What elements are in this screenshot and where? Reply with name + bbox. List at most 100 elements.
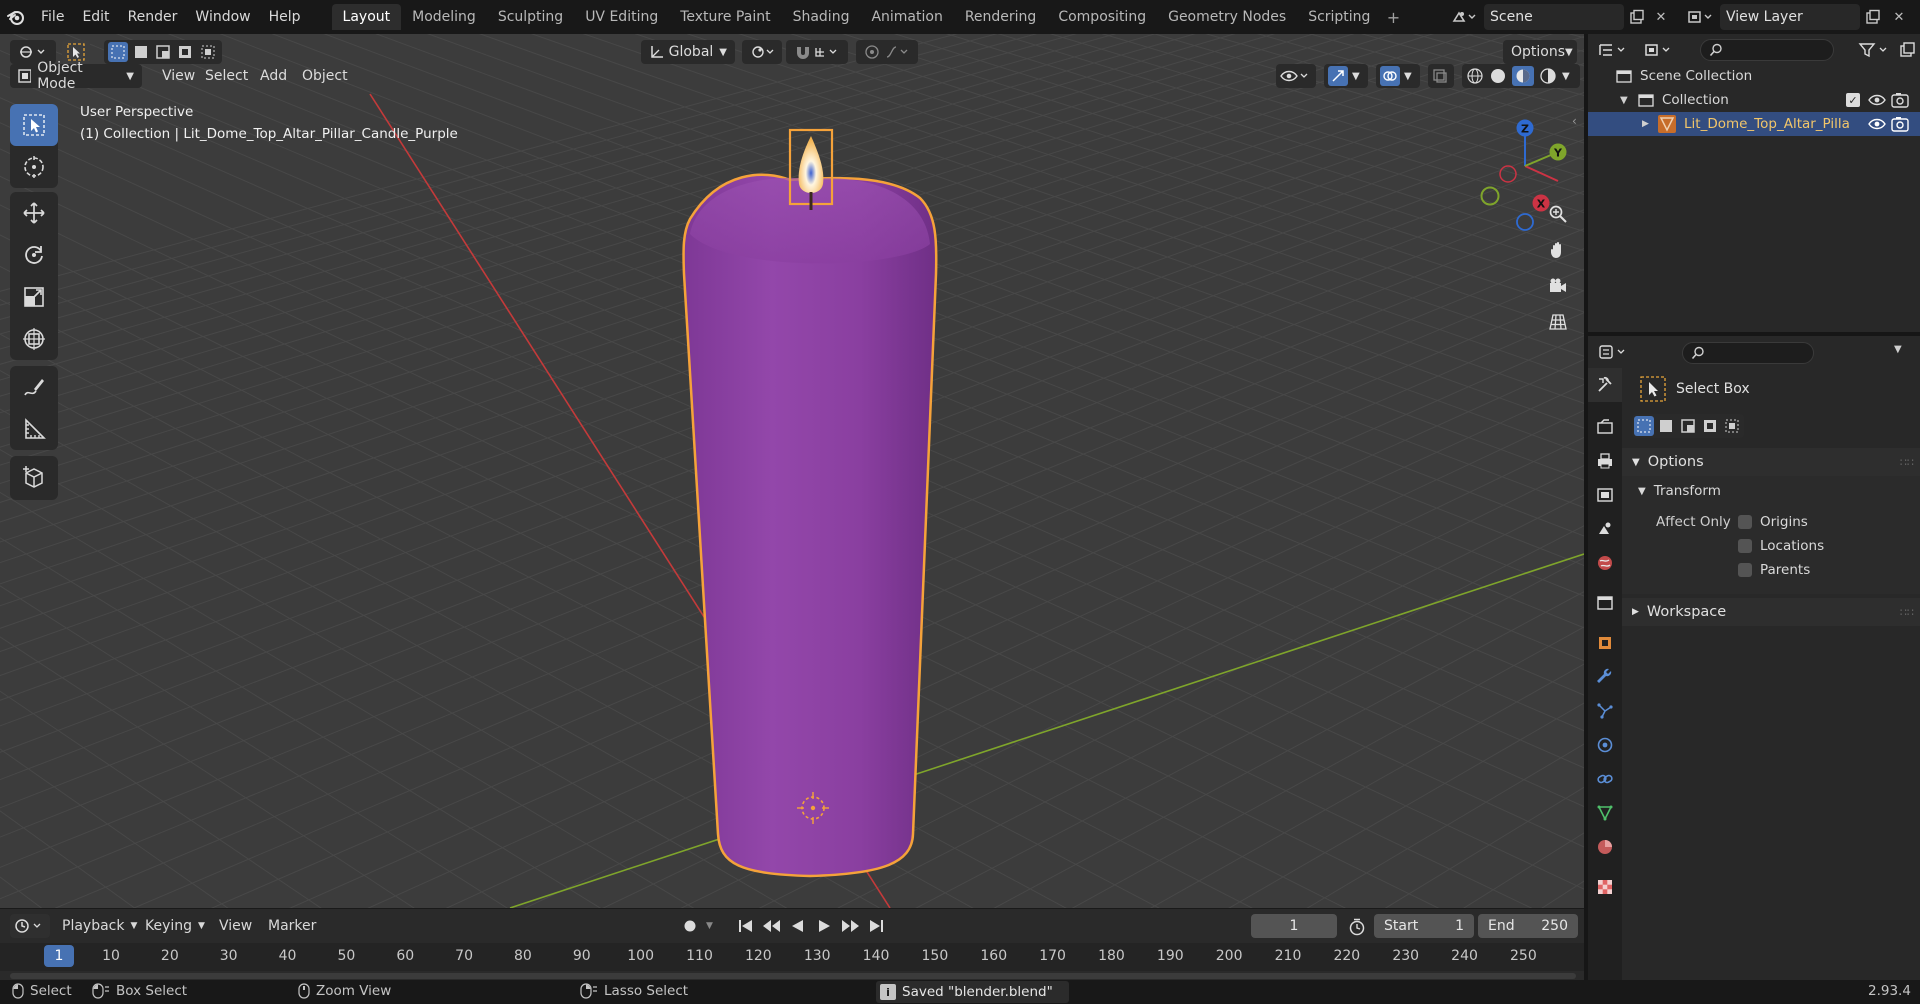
exclude-checkbox-icon[interactable]: ✓ bbox=[1846, 93, 1860, 107]
delete-view-layer-icon[interactable]: ✕ bbox=[1888, 6, 1910, 28]
chevron-down-icon[interactable]: ▼ bbox=[1562, 71, 1570, 82]
timeline-view-menu[interactable]: View bbox=[219, 914, 252, 938]
object-mode-dropdown[interactable]: Object Mode ▼ bbox=[10, 60, 142, 92]
transform-orientation-dropdown[interactable]: Global ▼ bbox=[641, 40, 735, 64]
blender-logo-icon[interactable] bbox=[0, 0, 32, 34]
perspective-toggle-icon[interactable] bbox=[1542, 306, 1574, 338]
origins-checkbox[interactable]: Origins bbox=[1738, 514, 1808, 530]
mode-new-icon[interactable] bbox=[108, 42, 129, 62]
timeline-marker-menu[interactable]: Marker bbox=[268, 914, 316, 938]
start-frame-field[interactable]: Start 1 bbox=[1374, 914, 1474, 938]
menu-render[interactable]: Render bbox=[119, 0, 187, 34]
tab-sculpting[interactable]: Sculpting bbox=[487, 4, 574, 30]
next-keyframe-icon[interactable] bbox=[839, 917, 861, 935]
add-workspace-icon[interactable]: + bbox=[1381, 8, 1405, 27]
tab-layout[interactable]: Layout bbox=[331, 4, 402, 30]
options-panel-header[interactable]: ▼ Options ∷∷ bbox=[1622, 448, 1920, 476]
play-reverse-icon[interactable] bbox=[787, 917, 809, 935]
render-camera-icon[interactable] bbox=[1891, 92, 1909, 108]
tab-uv-editing[interactable]: UV Editing bbox=[574, 4, 669, 30]
new-scene-icon[interactable] bbox=[1626, 6, 1648, 28]
tab-compositing[interactable]: Compositing bbox=[1047, 4, 1157, 30]
tab-output[interactable] bbox=[1588, 444, 1622, 478]
measure-tool[interactable] bbox=[10, 408, 58, 450]
viewport-menu-object[interactable]: Object bbox=[295, 64, 355, 88]
menu-edit[interactable]: Edit bbox=[73, 0, 118, 34]
tab-scripting[interactable]: Scripting bbox=[1297, 4, 1381, 30]
scene-selector-icon[interactable] bbox=[1446, 6, 1482, 28]
new-collection-icon[interactable] bbox=[1900, 40, 1920, 60]
neg-y-axis-handle[interactable] bbox=[1480, 186, 1500, 206]
chevron-down-icon[interactable]: ▼ bbox=[1894, 344, 1902, 355]
mode-invert-icon[interactable] bbox=[1700, 416, 1720, 436]
sidebar-toggle-arrow-icon[interactable]: ‹ bbox=[1572, 114, 1577, 128]
tab-rendering[interactable]: Rendering bbox=[954, 4, 1048, 30]
display-mode-dropdown-icon[interactable] bbox=[1644, 38, 1684, 62]
properties-editor-type-icon[interactable] bbox=[1598, 340, 1638, 364]
neg-x-axis-handle[interactable] bbox=[1499, 165, 1517, 183]
mode-extend-icon[interactable] bbox=[1656, 416, 1676, 436]
add-cube-tool[interactable] bbox=[10, 456, 58, 498]
tab-particles[interactable] bbox=[1588, 694, 1622, 728]
workspace-panel-header[interactable]: ▶ Workspace ∷∷ bbox=[1622, 598, 1920, 626]
solid-shading-icon[interactable] bbox=[1489, 67, 1507, 85]
mode-subtract-icon[interactable] bbox=[153, 42, 173, 62]
menu-file[interactable]: File bbox=[32, 0, 73, 34]
pan-hand-icon[interactable] bbox=[1542, 234, 1574, 266]
pivot-point-dropdown[interactable] bbox=[742, 40, 782, 64]
expand-arrow-icon[interactable]: ▶ bbox=[1642, 119, 1656, 129]
new-view-layer-icon[interactable] bbox=[1862, 6, 1884, 28]
neg-z-axis-handle[interactable] bbox=[1516, 213, 1534, 231]
xray-toggle-icon[interactable] bbox=[1428, 64, 1454, 88]
options-dropdown[interactable]: Options ▼ bbox=[1503, 40, 1577, 64]
timeline-keying-menu[interactable]: Keying ▼ bbox=[145, 914, 205, 938]
cursor-tool[interactable] bbox=[10, 146, 58, 188]
timeline-playback-menu[interactable]: Playback ▼ bbox=[62, 914, 137, 938]
mode-extend-icon[interactable] bbox=[130, 42, 150, 62]
delete-scene-icon[interactable]: ✕ bbox=[1650, 6, 1672, 28]
tab-constraints[interactable] bbox=[1588, 762, 1622, 796]
outliner-object-row[interactable]: ▶ Lit_Dome_Top_Altar_Pilla bbox=[1588, 112, 1920, 136]
tab-material[interactable] bbox=[1588, 830, 1622, 864]
jump-end-icon[interactable] bbox=[865, 917, 887, 935]
viewport-menu-select[interactable]: Select bbox=[198, 64, 255, 88]
timeline-frame-ruler[interactable]: 1 10 20 30 40 50 60 70 80 90 100 110 120 130 140 150 160… bbox=[0, 943, 1584, 971]
zoom-icon[interactable] bbox=[1542, 198, 1574, 230]
snap-controls[interactable] bbox=[786, 40, 848, 64]
previous-keyframe-icon[interactable] bbox=[761, 917, 783, 935]
expand-arrow-icon[interactable]: ▼ bbox=[1620, 95, 1634, 106]
end-frame-field[interactable]: End 250 bbox=[1478, 914, 1578, 938]
scene-name-field[interactable]: Scene bbox=[1484, 4, 1624, 30]
tab-collection[interactable] bbox=[1588, 586, 1622, 620]
scale-tool[interactable] bbox=[10, 276, 58, 318]
mode-subtract-icon[interactable] bbox=[1678, 416, 1698, 436]
render-camera-icon[interactable] bbox=[1891, 116, 1909, 132]
filter-dropdown-icon[interactable] bbox=[1858, 38, 1898, 62]
tab-object[interactable] bbox=[1588, 626, 1622, 660]
mode-intersect-icon[interactable] bbox=[198, 42, 218, 62]
mode-new-icon[interactable] bbox=[1634, 416, 1654, 436]
jump-start-icon[interactable] bbox=[735, 917, 757, 935]
move-tool[interactable] bbox=[10, 192, 58, 234]
status-report-message[interactable]: i Saved "blender.blend" bbox=[876, 981, 1069, 1003]
current-frame-field[interactable]: 1 bbox=[1251, 914, 1337, 938]
3d-viewport[interactable]: Global ▼ Options ▼ Object Mode ▼ View Se… bbox=[0, 34, 1584, 908]
material-preview-shading-icon[interactable] bbox=[1512, 66, 1534, 86]
outliner-collection-row[interactable]: ▼ Collection ✓ bbox=[1588, 88, 1920, 112]
mode-intersect-icon[interactable] bbox=[1722, 416, 1742, 436]
menu-help[interactable]: Help bbox=[260, 0, 310, 34]
tab-object-data[interactable] bbox=[1588, 796, 1622, 830]
properties-search-input[interactable] bbox=[1682, 342, 1814, 364]
parents-checkbox[interactable]: Parents bbox=[1738, 562, 1810, 578]
annotate-tool[interactable] bbox=[10, 366, 58, 408]
tab-world[interactable] bbox=[1588, 546, 1622, 580]
locations-checkbox[interactable]: Locations bbox=[1738, 538, 1824, 554]
menu-window[interactable]: Window bbox=[186, 0, 259, 34]
camera-view-icon[interactable] bbox=[1542, 270, 1574, 302]
select-box-tool[interactable] bbox=[10, 104, 58, 146]
view-layer-name-field[interactable]: View Layer bbox=[1720, 4, 1860, 30]
tab-texture[interactable] bbox=[1588, 870, 1622, 904]
rendered-shading-icon[interactable] bbox=[1539, 67, 1557, 85]
drag-handle-icon[interactable]: ∷∷ bbox=[1900, 606, 1914, 619]
viewport-menu-add[interactable]: Add bbox=[253, 64, 294, 88]
